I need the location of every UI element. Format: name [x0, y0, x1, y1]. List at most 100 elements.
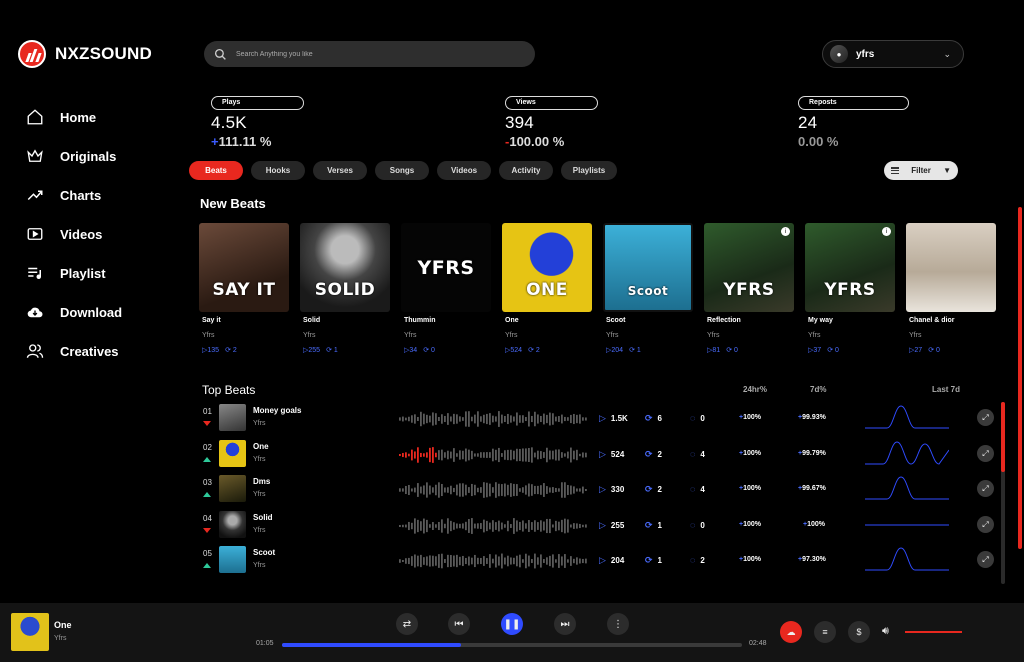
expand-icon[interactable]: ⤢ — [977, 409, 994, 426]
beat-title[interactable]: Reflection — [707, 317, 794, 324]
nav-item-videos[interactable]: Videos — [26, 223, 122, 245]
download-button[interactable]: ☁ — [780, 621, 802, 643]
tab-verses[interactable]: Verses — [313, 161, 367, 180]
beat-title[interactable]: Scoot — [606, 317, 693, 324]
beat-card[interactable]: i YFRS Reflection Yfrs ▷81 ⟳ 0 — [704, 223, 794, 354]
table-row[interactable]: 05 Scoot Yfrs ▷ 204 ⟳ 1 ◌ 2 +100% +97.30% ⤢ — [200, 546, 1000, 576]
beat-card[interactable]: SOLID Solid Yfrs ▷255 ⟳ 1 — [300, 223, 390, 354]
waveform[interactable] — [399, 481, 589, 499]
row-thumbnail[interactable] — [219, 440, 246, 467]
row-artist[interactable]: Yfrs — [253, 491, 265, 498]
search-bar[interactable] — [204, 41, 535, 67]
volume-icon[interactable]: 🔊︎ — [882, 625, 889, 638]
tab-hooks[interactable]: Hooks — [251, 161, 305, 180]
row-thumbnail[interactable] — [219, 404, 246, 431]
next-button[interactable]: ⏭ — [554, 613, 576, 635]
beat-title[interactable]: Thummin — [404, 317, 491, 324]
row-thumbnail[interactable] — [219, 511, 246, 538]
beat-cover[interactable]: ONE — [502, 223, 592, 312]
beat-cover[interactable]: i YFRS — [805, 223, 895, 312]
waveform-bar — [579, 488, 581, 492]
waveform[interactable] — [399, 517, 589, 535]
nav-item-playlist[interactable]: Playlist — [26, 262, 122, 284]
beat-title[interactable]: Solid — [303, 317, 390, 324]
more-button[interactable]: ⋮ — [607, 613, 629, 635]
waveform-bar — [408, 484, 410, 496]
expand-icon[interactable]: ⤢ — [977, 445, 994, 462]
beat-title[interactable]: My way — [808, 317, 895, 324]
user-menu[interactable]: ● yfrs ⌄ — [822, 40, 964, 68]
beat-cover[interactable] — [906, 223, 996, 312]
repeat-button[interactable]: ⇄ — [396, 613, 418, 635]
table-row[interactable]: 04 Solid Yfrs ▷ 255 ⟳ 1 ◌ 0 +100% +100% ⤢ — [200, 511, 1000, 541]
beat-artist[interactable]: Yfrs — [404, 332, 491, 339]
expand-icon[interactable]: ⤢ — [977, 551, 994, 568]
queue-button[interactable]: ≡ — [814, 621, 836, 643]
tab-activity[interactable]: Activity — [499, 161, 553, 180]
tab-playlists[interactable]: Playlists — [561, 161, 617, 180]
row-title[interactable]: Solid — [253, 513, 273, 522]
beat-cover[interactable]: SAY IT — [199, 223, 289, 312]
row-artist[interactable]: Yfrs — [253, 527, 265, 534]
table-row[interactable]: 02 One Yfrs ▷ 524 ⟳ 2 ◌ 4 +100% +99.79% ⤢ — [200, 440, 1000, 470]
beat-artist[interactable]: Yfrs — [606, 332, 693, 339]
beat-artist[interactable]: Yfrs — [909, 332, 996, 339]
row-artist[interactable]: Yfrs — [253, 420, 265, 427]
beat-cover[interactable]: SOLID — [300, 223, 390, 312]
beat-card[interactable]: Scoot Scoot Yfrs ▷204 ⟳ 1 — [603, 223, 693, 354]
expand-icon[interactable]: ⤢ — [977, 516, 994, 533]
waveform[interactable] — [399, 446, 589, 464]
beat-title[interactable]: Chanel & dior — [909, 317, 996, 324]
filter-button[interactable]: Filter ▼ — [884, 161, 958, 180]
beat-artist[interactable]: Yfrs — [707, 332, 794, 339]
beat-card[interactable]: ONE One Yfrs ▷524 ⟳ 2 — [502, 223, 592, 354]
beat-artist[interactable]: Yfrs — [808, 332, 895, 339]
beat-title[interactable]: One — [505, 317, 592, 324]
brand-logo[interactable]: NXZSOUND — [18, 40, 152, 68]
row-title[interactable]: Dms — [253, 477, 270, 486]
row-thumbnail[interactable] — [219, 546, 246, 573]
page-scrollbar[interactable] — [1018, 207, 1022, 549]
tab-songs[interactable]: Songs — [375, 161, 429, 180]
table-row[interactable]: 03 Dms Yfrs ▷ 330 ⟳ 2 ◌ 4 +100% +99.67% ⤢ — [200, 475, 1000, 505]
row-title[interactable]: Money goals — [253, 406, 301, 415]
row-artist[interactable]: Yfrs — [253, 456, 265, 463]
beat-cover[interactable]: YFRS — [401, 223, 491, 312]
volume-slider[interactable] — [905, 631, 962, 633]
row-artist[interactable]: Yfrs — [253, 562, 265, 569]
beat-card[interactable]: i YFRS My way Yfrs ▷37 ⟳ 0 — [805, 223, 895, 354]
beat-card[interactable]: SAY IT Say it Yfrs ▷135 ⟳ 2 — [199, 223, 289, 354]
beat-cover[interactable]: Scoot — [603, 223, 693, 312]
waveform[interactable] — [399, 410, 589, 428]
pause-button[interactable]: ❚❚ — [501, 613, 523, 635]
nav-item-originals[interactable]: Originals — [26, 145, 122, 167]
search-input[interactable] — [236, 50, 516, 58]
money-bag-button[interactable]: $ — [848, 621, 870, 643]
beat-card[interactable]: Chanel & dior Yfrs ▷27 ⟳ 0 — [906, 223, 996, 354]
now-playing-title[interactable]: One — [54, 620, 72, 630]
beat-artist[interactable]: Yfrs — [202, 332, 289, 339]
beat-title[interactable]: Say it — [202, 317, 289, 324]
nav-item-home[interactable]: Home — [26, 106, 122, 128]
row-title[interactable]: One — [253, 442, 269, 451]
now-playing-cover[interactable] — [11, 613, 49, 651]
beat-artist[interactable]: Yfrs — [505, 332, 592, 339]
table-scrollbar-thumb[interactable] — [1001, 402, 1005, 472]
beat-card[interactable]: YFRS Thummin Yfrs ▷34 ⟳ 0 — [401, 223, 491, 354]
nav-item-download[interactable]: Download — [26, 301, 122, 323]
progress-bar[interactable] — [282, 643, 742, 647]
tab-videos[interactable]: Videos — [437, 161, 491, 180]
beat-cover[interactable]: i YFRS — [704, 223, 794, 312]
row-thumbnail[interactable] — [219, 475, 246, 502]
now-playing-artist[interactable]: Yfrs — [54, 635, 66, 642]
beat-artist[interactable]: Yfrs — [303, 332, 390, 339]
tab-beats[interactable]: Beats — [189, 161, 243, 180]
row-title[interactable]: Scoot — [253, 548, 275, 557]
expand-icon[interactable]: ⤢ — [977, 480, 994, 497]
nav-item-charts[interactable]: Charts — [26, 184, 122, 206]
waveform[interactable] — [399, 552, 589, 570]
nav-item-creatives[interactable]: Creatives — [26, 340, 122, 362]
waveform-bar — [495, 416, 497, 422]
previous-button[interactable]: ⏮ — [448, 613, 470, 635]
table-row[interactable]: 01 Money goals Yfrs ▷ 1.5K ⟳ 6 ◌ 0 +100% +9… — [200, 404, 1000, 434]
